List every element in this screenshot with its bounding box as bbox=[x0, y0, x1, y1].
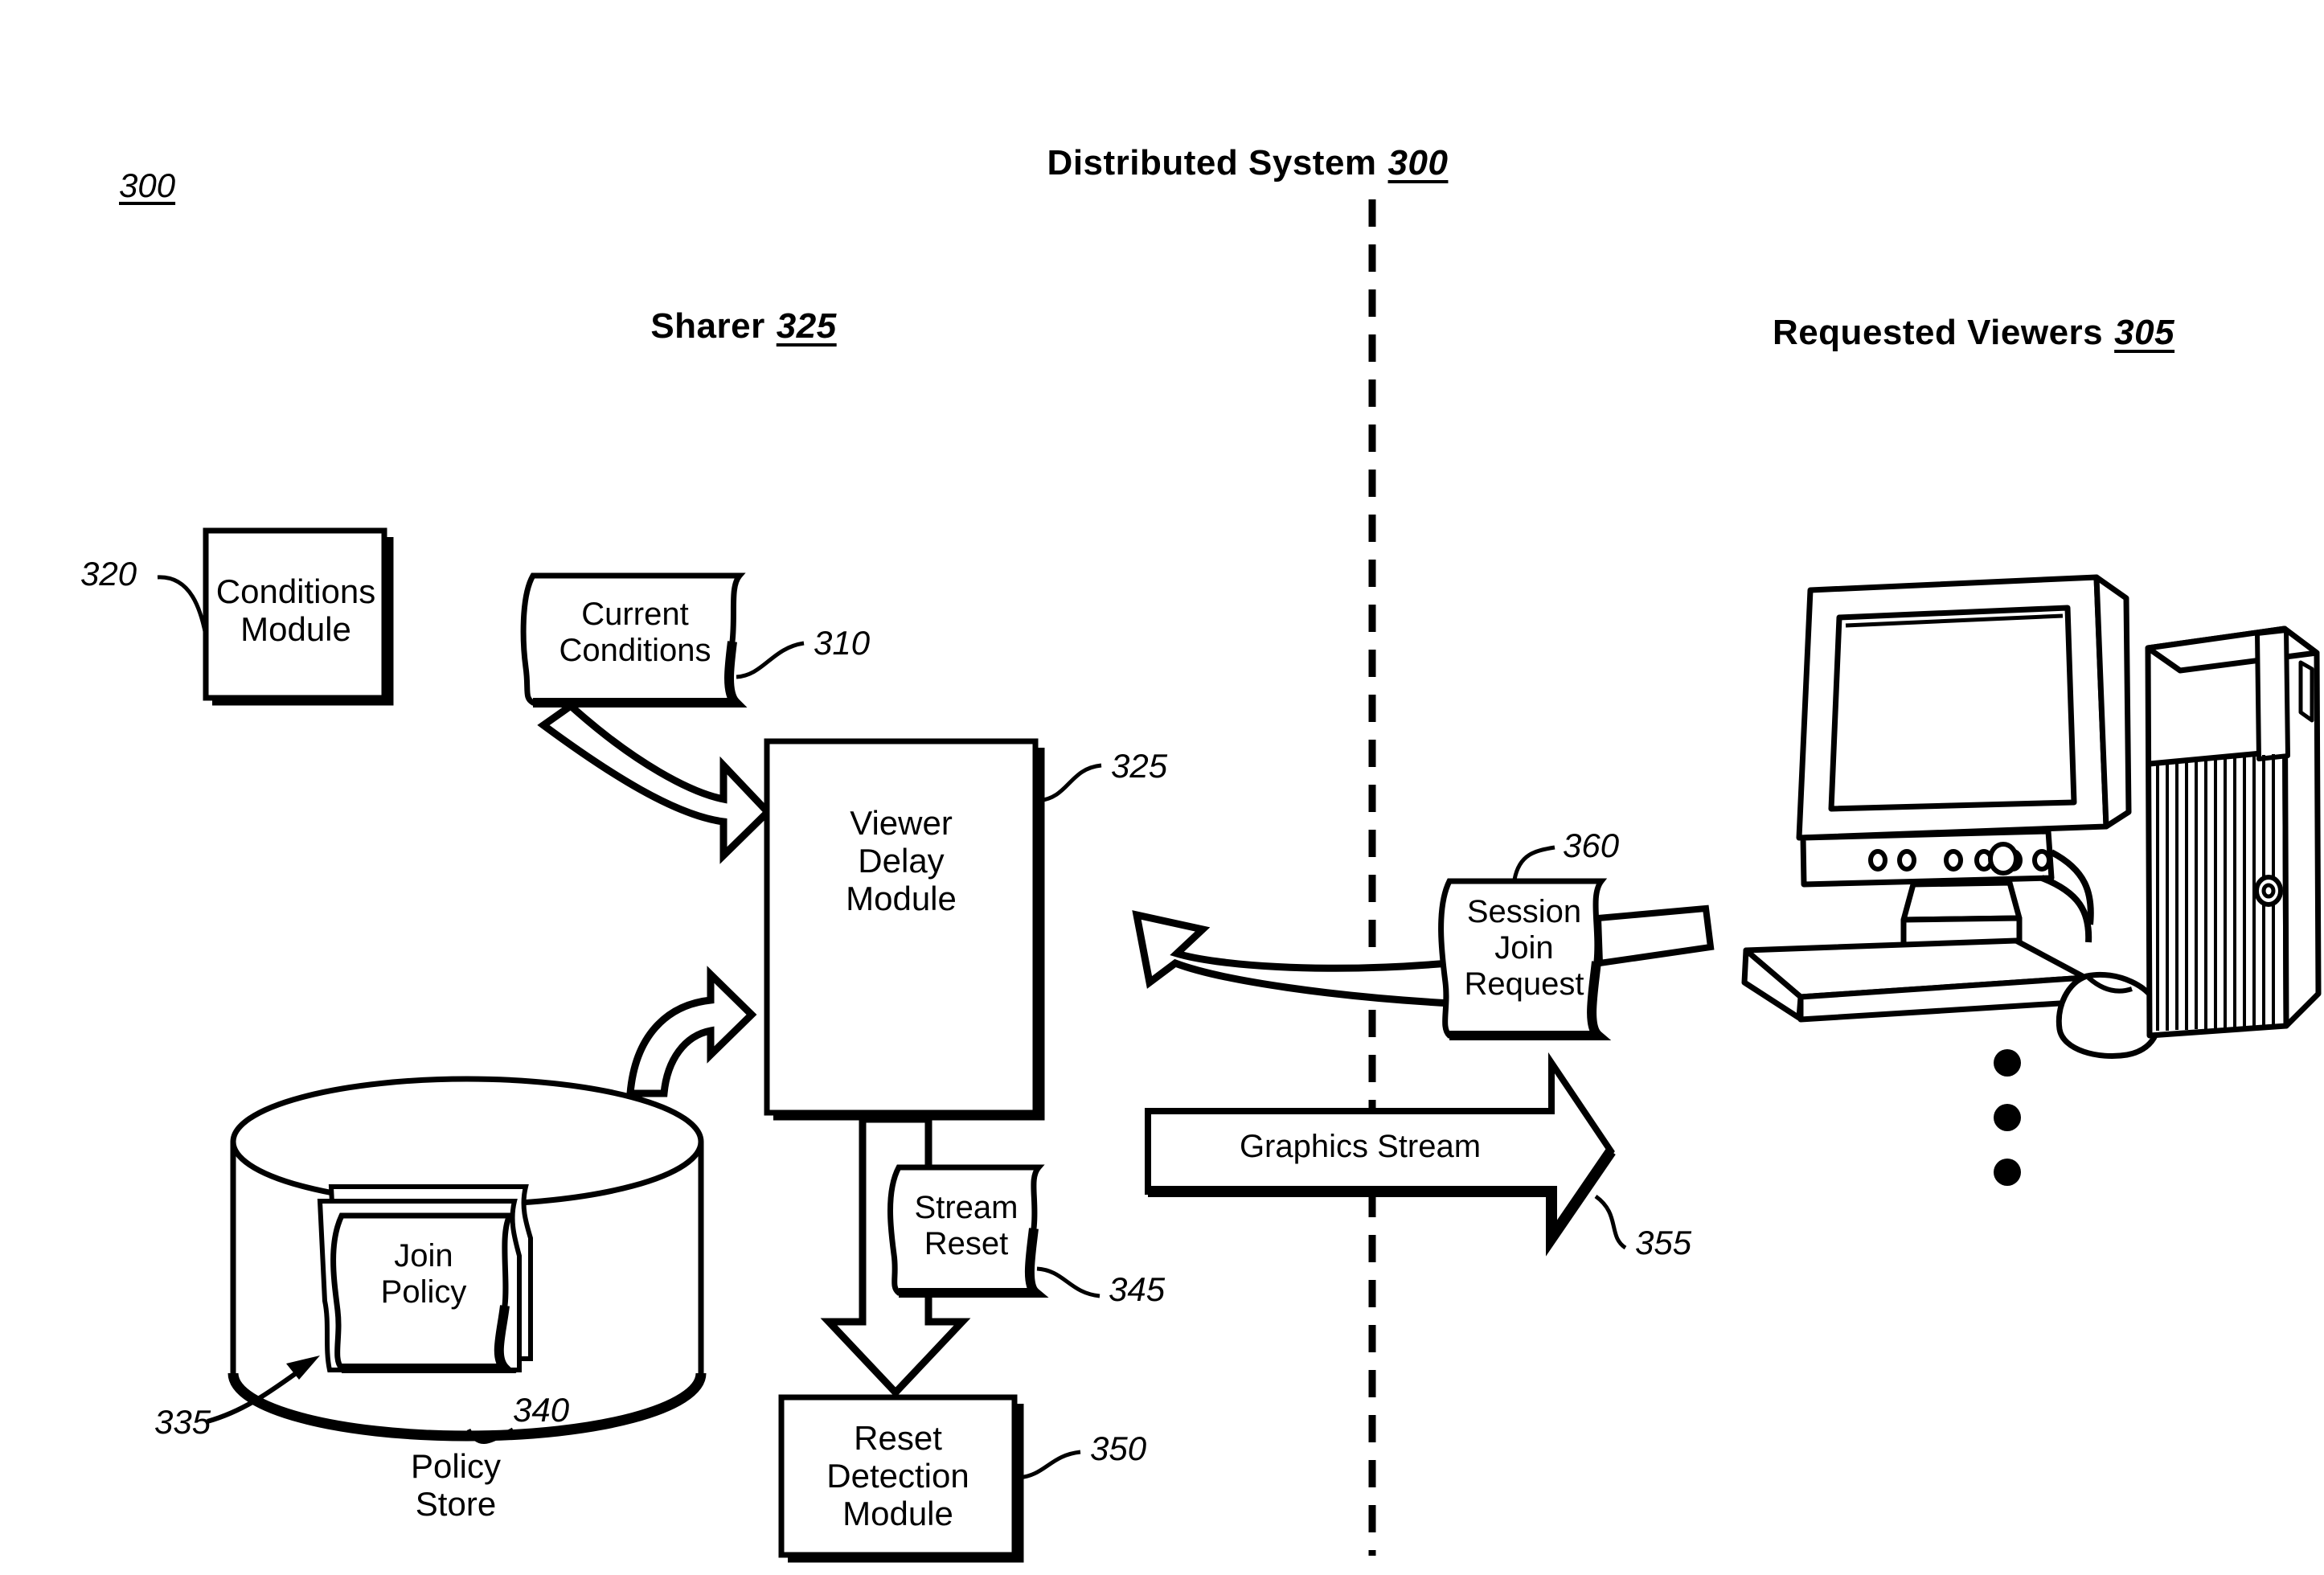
ref-350: 350 bbox=[1090, 1429, 1147, 1467]
flow-arrow-join-request-to-sharer bbox=[1132, 910, 1456, 1007]
section-header-sharer: Sharer 325 bbox=[650, 306, 836, 346]
page-title-text: Distributed System bbox=[1047, 143, 1377, 183]
ref-355: 355 bbox=[1635, 1224, 1692, 1261]
leader-line-360 bbox=[1512, 845, 1555, 880]
stream-reset-label: Stream Reset bbox=[914, 1190, 1019, 1261]
flow-arrow-conditions-to-delay bbox=[537, 701, 773, 864]
section-header-sharer-label: Sharer bbox=[650, 306, 765, 346]
ref-310: 310 bbox=[814, 624, 871, 662]
graphics-stream-label: Graphics Stream bbox=[1239, 1129, 1482, 1164]
ref-360: 360 bbox=[1563, 826, 1620, 864]
current-conditions-label: Current Conditions bbox=[559, 597, 711, 668]
ellipsis-dot bbox=[1994, 1159, 2021, 1186]
section-header-viewers-label: Requested Viewers bbox=[1772, 313, 2104, 352]
leader-line-355 bbox=[1594, 1194, 1627, 1250]
ellipsis-dot bbox=[1994, 1104, 2021, 1131]
section-header-viewers-number: 305 bbox=[2114, 313, 2175, 352]
viewer-delay-module-shape bbox=[764, 738, 1045, 1121]
section-header-sharer-number: 325 bbox=[776, 306, 837, 346]
diagram-vector-layer bbox=[157, 199, 2322, 1563]
ref-340: 340 bbox=[513, 1391, 570, 1429]
figure-number: 300 bbox=[119, 166, 176, 204]
leader-line-345 bbox=[1036, 1266, 1101, 1298]
ellipsis-dot bbox=[1994, 1049, 2021, 1077]
flow-arrow-policy-to-delay bbox=[626, 966, 757, 1097]
page-title-number: 300 bbox=[1387, 143, 1449, 183]
patent-figure-canvas: 300 Distributed System 300 Sharer 325 Requ… bbox=[0, 0, 2324, 1575]
policy-store-caption: Policy Store bbox=[410, 1447, 502, 1524]
ref-345: 345 bbox=[1109, 1270, 1166, 1308]
section-header-requested-viewers: Requested Viewers 305 bbox=[1773, 313, 2174, 352]
join-policy-label: Join Policy bbox=[380, 1238, 467, 1310]
reset-detection-module-label: Reset Detection Module bbox=[826, 1419, 969, 1533]
viewer-list-ellipsis bbox=[1994, 1049, 2021, 1186]
ref-320: 320 bbox=[80, 555, 137, 593]
leader-line-350 bbox=[1017, 1450, 1081, 1480]
computer-workstation-icon bbox=[1741, 574, 2322, 1060]
session-join-request-label: Session Join Request bbox=[1464, 894, 1584, 1002]
ref-325: 325 bbox=[1111, 747, 1168, 785]
conditions-module-label: Conditions Module bbox=[215, 572, 376, 649]
leader-line-325 bbox=[1038, 763, 1102, 803]
page-title: Distributed System 300 bbox=[1047, 143, 1449, 183]
ref-335: 335 bbox=[154, 1403, 211, 1441]
viewer-delay-module-label: Viewer Delay Module bbox=[846, 804, 957, 918]
